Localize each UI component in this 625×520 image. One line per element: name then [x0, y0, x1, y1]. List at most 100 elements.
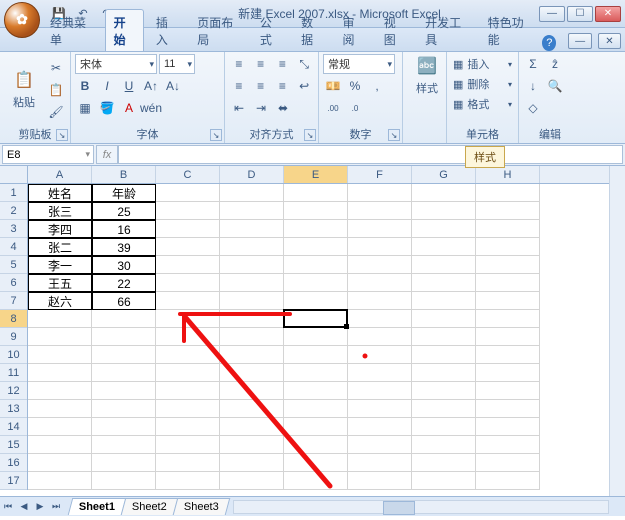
cell-F1[interactable] — [348, 184, 412, 202]
cell-C1[interactable] — [156, 184, 220, 202]
cell-G4[interactable] — [412, 238, 476, 256]
cell-C16[interactable] — [156, 454, 220, 472]
cell-D1[interactable] — [220, 184, 284, 202]
cell-G8[interactable] — [412, 310, 476, 328]
cell-E14[interactable] — [284, 418, 348, 436]
cell-F16[interactable] — [348, 454, 412, 472]
cell-D9[interactable] — [220, 328, 284, 346]
font-name-dropdown[interactable]: 宋体 — [75, 54, 157, 74]
ribbon-tab-审阅[interactable]: 审阅 — [334, 10, 371, 51]
cell-E6[interactable] — [284, 274, 348, 292]
cell-C4[interactable] — [156, 238, 220, 256]
cell-A8[interactable] — [28, 310, 92, 328]
alignment-launcher[interactable]: ↘ — [304, 129, 316, 141]
row-header-4[interactable]: 4 — [0, 238, 27, 256]
cell-F11[interactable] — [348, 364, 412, 382]
cell-H4[interactable] — [476, 238, 540, 256]
cell-A10[interactable] — [28, 346, 92, 364]
tab-nav-prev[interactable]: ◀ — [16, 499, 32, 515]
cell-G15[interactable] — [412, 436, 476, 454]
row-header-1[interactable]: 1 — [0, 184, 27, 202]
cell-C13[interactable] — [156, 400, 220, 418]
ribbon-tab-插入[interactable]: 插入 — [148, 10, 185, 51]
select-all-corner[interactable] — [0, 166, 28, 184]
fx-icon[interactable]: fx — [97, 149, 117, 161]
cell-H9[interactable] — [476, 328, 540, 346]
cell-F6[interactable] — [348, 274, 412, 292]
cell-E2[interactable] — [284, 202, 348, 220]
cell-B10[interactable] — [92, 346, 156, 364]
cell-G6[interactable] — [412, 274, 476, 292]
row-header-5[interactable]: 5 — [0, 256, 27, 274]
grow-font-button[interactable]: A↑ — [141, 76, 161, 96]
number-format-dropdown[interactable]: 常规 — [323, 54, 395, 74]
border-button[interactable]: ▦ — [75, 98, 95, 118]
cell-G3[interactable] — [412, 220, 476, 238]
cell-F13[interactable] — [348, 400, 412, 418]
row-header-12[interactable]: 12 — [0, 382, 27, 400]
cell-D2[interactable] — [220, 202, 284, 220]
cell-E10[interactable] — [284, 346, 348, 364]
align-right-button[interactable]: ≡ — [273, 76, 293, 96]
cell-D14[interactable] — [220, 418, 284, 436]
cell-A1[interactable]: 姓名 — [28, 184, 92, 202]
cell-H6[interactable] — [476, 274, 540, 292]
col-header-C[interactable]: C — [156, 166, 220, 183]
cell-A7[interactable]: 赵六 — [28, 292, 92, 310]
cut-button[interactable]: ✂ — [46, 58, 66, 78]
tab-nav-next[interactable]: ▶ — [32, 499, 48, 515]
tab-nav-first[interactable]: ⏮ — [0, 499, 16, 515]
paste-button[interactable]: 📋 粘贴 — [4, 54, 44, 124]
ribbon-tab-特色功能[interactable]: 特色功能 — [480, 10, 539, 51]
cell-A11[interactable] — [28, 364, 92, 382]
wrap-text-button[interactable]: ↩ — [294, 76, 314, 96]
cell-G17[interactable] — [412, 472, 476, 490]
cell-B7[interactable]: 66 — [92, 292, 156, 310]
cell-B13[interactable] — [92, 400, 156, 418]
find-button[interactable]: 🔍 — [545, 76, 565, 96]
cell-C6[interactable] — [156, 274, 220, 292]
row-header-7[interactable]: 7 — [0, 292, 27, 310]
cell-E5[interactable] — [284, 256, 348, 274]
increase-decimal-button[interactable]: .00 — [323, 98, 343, 118]
cell-E1[interactable] — [284, 184, 348, 202]
cell-B6[interactable]: 22 — [92, 274, 156, 292]
cell-B5[interactable]: 30 — [92, 256, 156, 274]
cell-C14[interactable] — [156, 418, 220, 436]
cell-C2[interactable] — [156, 202, 220, 220]
name-box[interactable]: E8 — [2, 145, 94, 164]
cell-G16[interactable] — [412, 454, 476, 472]
cell-H15[interactable] — [476, 436, 540, 454]
format-painter-button[interactable]: 🖌 — [46, 102, 66, 122]
cell-F10[interactable] — [348, 346, 412, 364]
row-header-13[interactable]: 13 — [0, 400, 27, 418]
fill-color-button[interactable]: 🪣 — [97, 98, 117, 118]
align-middle-button[interactable]: ≡ — [251, 54, 271, 74]
cell-C5[interactable] — [156, 256, 220, 274]
bold-button[interactable]: B — [75, 76, 95, 96]
cell-C10[interactable] — [156, 346, 220, 364]
italic-button[interactable]: I — [97, 76, 117, 96]
cell-H11[interactable] — [476, 364, 540, 382]
col-header-A[interactable]: A — [28, 166, 92, 183]
vertical-scrollbar[interactable] — [609, 166, 625, 496]
cell-grid[interactable]: 姓名年龄张三25李四16张二39李一30王五22赵六66 — [28, 184, 609, 496]
sheet-tab-Sheet2[interactable]: Sheet2 — [121, 498, 178, 515]
cell-E17[interactable] — [284, 472, 348, 490]
row-header-6[interactable]: 6 — [0, 274, 27, 292]
ribbon-tab-数据[interactable]: 数据 — [293, 10, 330, 51]
cell-H1[interactable] — [476, 184, 540, 202]
orientation-button[interactable]: ⤡ — [294, 54, 314, 74]
row-header-15[interactable]: 15 — [0, 436, 27, 454]
cell-H10[interactable] — [476, 346, 540, 364]
cell-B2[interactable]: 25 — [92, 202, 156, 220]
cell-A3[interactable]: 李四 — [28, 220, 92, 238]
cell-F17[interactable] — [348, 472, 412, 490]
clear-button[interactable]: ◇ — [523, 98, 543, 118]
styles-button[interactable]: 🔤 样式 — [407, 54, 447, 96]
office-button[interactable]: ✿ — [4, 2, 40, 38]
cell-E8[interactable] — [284, 310, 348, 328]
cell-D16[interactable] — [220, 454, 284, 472]
cell-E16[interactable] — [284, 454, 348, 472]
cell-D7[interactable] — [220, 292, 284, 310]
